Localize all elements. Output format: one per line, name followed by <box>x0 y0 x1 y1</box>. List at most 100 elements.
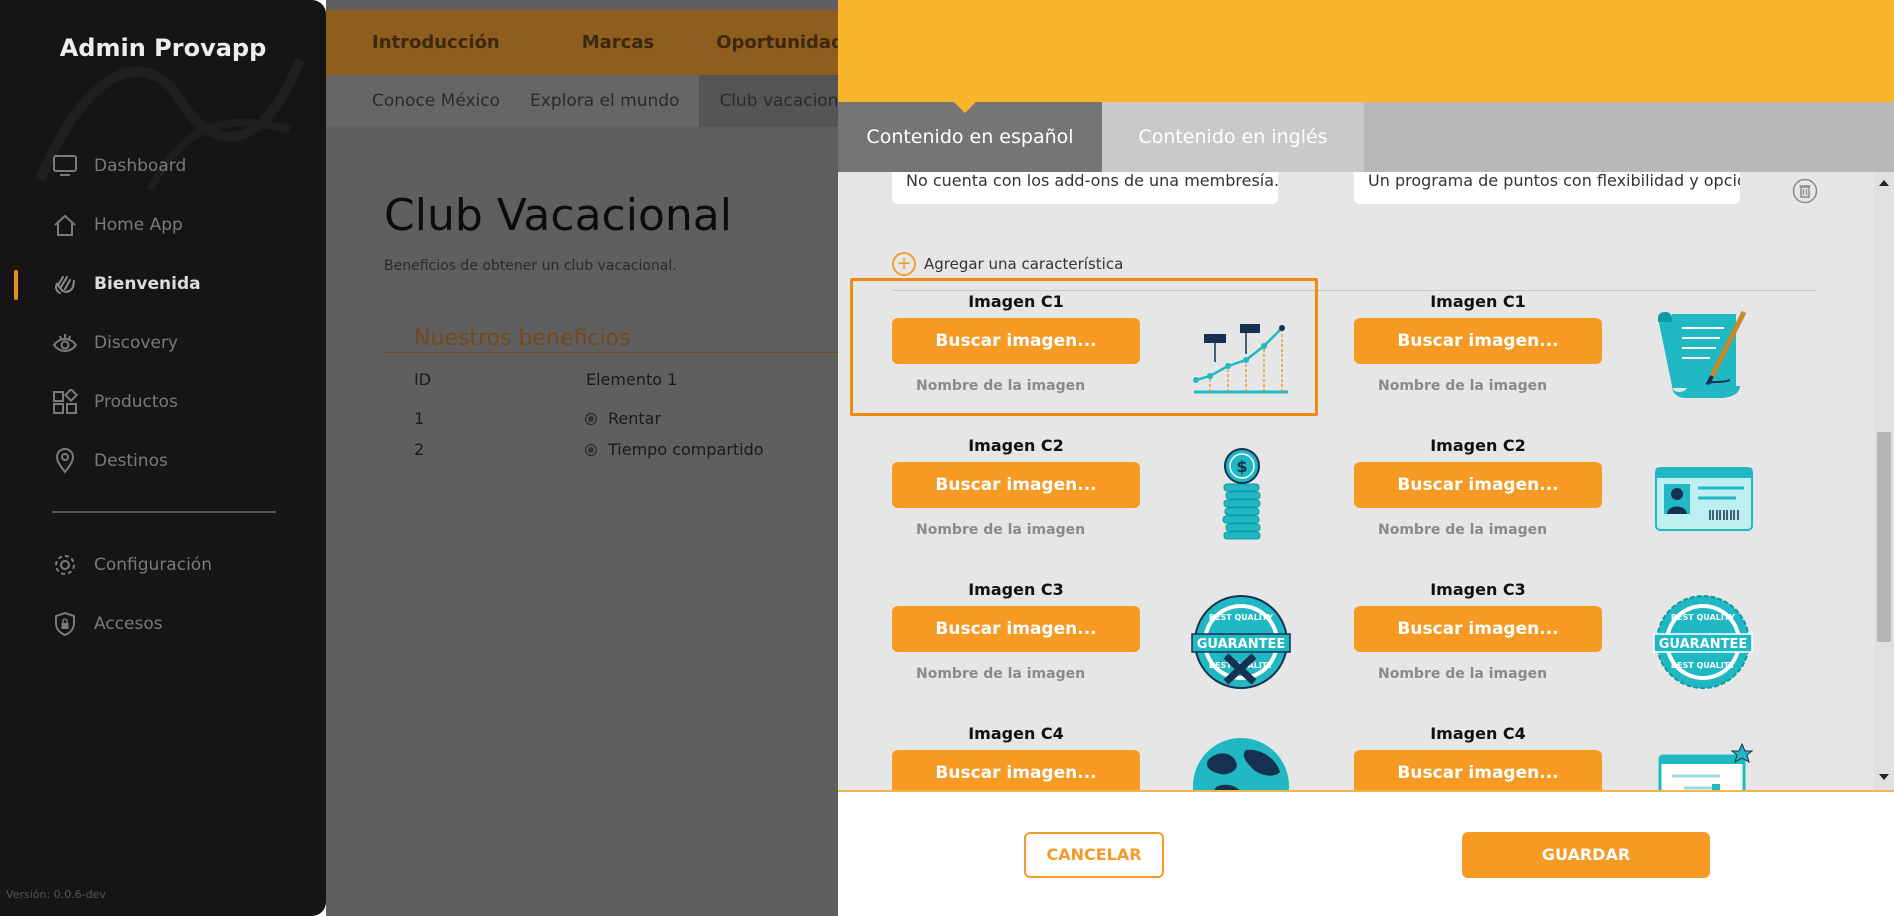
sidebar-item-label: Productos <box>94 392 178 412</box>
image-upload-en-c2: Imagen C2 Buscar imagen... Nombre de la … <box>1354 436 1794 566</box>
image-name: Nombre de la imagen <box>1378 522 1548 538</box>
scroll-contract-icon <box>1658 310 1747 398</box>
sidebar-item-configuracion[interactable]: Configuración <box>52 545 212 585</box>
sidebar-item-accesos[interactable]: Accesos <box>52 604 163 644</box>
grid-icon <box>52 389 78 415</box>
panel-scrollbar[interactable] <box>1874 172 1894 790</box>
guarantee-seal-crossed-icon: BEST QUALITY GUARANTEE BEST QUALITY <box>1191 595 1291 689</box>
main-content: Introducción Marcas Oportunidades Conoce… <box>326 0 838 916</box>
image-label: Imagen C3 <box>1430 580 1526 599</box>
section-underline <box>384 352 838 353</box>
sidebar-item-discovery[interactable]: Discovery <box>52 323 178 363</box>
sidebar-item-dashboard[interactable]: Dashboard <box>52 146 186 186</box>
sidebar-divider <box>52 511 276 513</box>
subnav-club-vacacional[interactable]: Club vacacional <box>699 75 838 127</box>
image-label: Imagen C2 <box>968 436 1064 455</box>
browse-image-button[interactable]: Buscar imagen... <box>1354 462 1602 508</box>
image-label: Imagen C4 <box>968 724 1064 743</box>
eye-icon <box>52 330 78 356</box>
sidebar-item-label: Accesos <box>94 614 163 634</box>
image-upload-es-c3: Imagen C3 Buscar imagen... Nombre de la … <box>892 580 1332 710</box>
seal-text-bottom: BEST QUALITY <box>1671 661 1735 670</box>
top-nav: Introducción Marcas Oportunidades <box>326 10 838 75</box>
page-subtitle: Beneficios de obtener un club vacacional… <box>384 258 677 274</box>
image-label: Imagen C3 <box>968 580 1064 599</box>
tab-english[interactable]: Contenido en inglés <box>1102 102 1364 172</box>
browse-image-button[interactable]: Buscar imagen... <box>1354 606 1602 652</box>
table-cell-id: 2 <box>414 440 425 459</box>
sub-nav: Conoce México Explora el mundo Club vaca… <box>326 75 838 127</box>
topnav-marcas[interactable]: Marcas <box>582 32 654 53</box>
sidebar-item-label: Discovery <box>94 333 178 353</box>
scroll-thumb[interactable] <box>1877 432 1891 642</box>
version-label: Versión: 0.0.6-dev <box>6 888 106 901</box>
radio-button[interactable] <box>585 413 597 425</box>
trash-icon[interactable] <box>1792 178 1818 204</box>
table-cell-value: Rentar <box>608 409 662 428</box>
subnav-explora-el-mundo[interactable]: Explora el mundo <box>500 75 679 127</box>
language-tabs: Contenido en español Contenido en inglés <box>838 102 1894 172</box>
browse-image-button[interactable]: Buscar imagen... <box>1354 750 1602 790</box>
image-name: Nombre de la imagen <box>916 666 1086 682</box>
home-icon <box>52 212 78 238</box>
table-header-elemento: Elemento 1 <box>586 370 678 389</box>
image-label: Imagen C4 <box>1430 724 1526 743</box>
sidebar-item-label: Bienvenida <box>94 274 201 294</box>
sidebar: Admin Provapp Dashboard Home App Bienven… <box>0 0 326 916</box>
image-name: Nombre de la imagen <box>916 522 1086 538</box>
section-title: Nuestros beneficios <box>414 326 631 351</box>
edit-panel: Contenido en español Contenido en inglés… <box>838 0 1894 916</box>
panel-header <box>838 0 1894 102</box>
scroll-up-arrow-icon[interactable] <box>1879 180 1889 186</box>
wave-hand-icon <box>52 271 78 297</box>
topnav-oportunidades[interactable]: Oportunidades <box>716 32 838 53</box>
sidebar-item-home-app[interactable]: Home App <box>52 205 183 245</box>
cancel-button[interactable]: CANCELAR <box>1024 832 1164 878</box>
table-cell-value: Tiempo compartido <box>608 440 764 459</box>
scroll-down-arrow-icon[interactable] <box>1879 774 1889 780</box>
sidebar-item-productos[interactable]: Productos <box>52 382 178 422</box>
seal-text-middle: GUARANTEE <box>1197 637 1285 652</box>
image-name: Nombre de la imagen <box>1378 666 1548 682</box>
save-button[interactable]: GUARDAR <box>1462 832 1710 878</box>
panel-scroll-area: No cuenta con los add-ons de una membres… <box>838 172 1874 790</box>
seal-text-middle: GUARANTEE <box>1659 637 1747 652</box>
sidebar-item-label: Dashboard <box>94 156 187 176</box>
active-indicator <box>14 270 18 300</box>
sidebar-item-bienvenida[interactable]: Bienvenida <box>52 264 201 304</box>
sidebar-item-label: Home App <box>94 215 183 235</box>
sidebar-item-label: Configuración <box>94 555 212 575</box>
image-upload-en-c3: Imagen C3 Buscar imagen... Nombre de la … <box>1354 580 1794 710</box>
brand-title: Admin Provapp <box>59 34 267 62</box>
globe-icon <box>1193 738 1289 790</box>
browse-image-button[interactable]: Buscar imagen... <box>892 606 1140 652</box>
image-upload-en-c4: Imagen C4 Buscar imagen... Nombre de la … <box>1354 724 1794 790</box>
browse-image-button[interactable]: Buscar imagen... <box>1354 318 1602 364</box>
panel-footer: CANCELAR GUARDAR <box>838 790 1894 916</box>
add-feature-label: Agregar una característica <box>924 255 1124 273</box>
page-title: Club Vacacional <box>384 190 732 241</box>
selection-highlight <box>850 278 1318 416</box>
image-upload-es-c2: Imagen C2 Buscar imagen... Nombre de la … <box>892 436 1332 566</box>
seal-text-top: BEST QUALITY <box>1209 613 1273 622</box>
browse-image-button[interactable]: Buscar imagen... <box>892 750 1140 790</box>
add-feature-button[interactable]: + Agregar una característica <box>892 252 1123 276</box>
guarantee-seal-icon: BEST QUALITY GUARANTEE BEST QUALITY <box>1653 595 1753 689</box>
seal-text-top: BEST QUALITY <box>1671 613 1735 622</box>
sidebar-item-destinos[interactable]: Destinos <box>52 441 168 481</box>
feature-text-es[interactable]: No cuenta con los add-ons de una membres… <box>892 172 1278 204</box>
topnav-introduccion[interactable]: Introducción <box>372 32 500 53</box>
browse-image-button[interactable]: Buscar imagen... <box>892 462 1140 508</box>
sidebar-item-label: Destinos <box>94 451 168 471</box>
shield-lock-icon <box>52 611 78 637</box>
gear-icon <box>52 552 78 578</box>
id-card-icon <box>1655 467 1753 531</box>
image-name: Nombre de la imagen <box>1378 378 1548 394</box>
feature-text-en[interactable]: Un programa de puntos con flexibilidad y… <box>1354 172 1740 204</box>
image-label: Imagen C2 <box>1430 436 1526 455</box>
coin-symbol: $ <box>1236 457 1247 476</box>
monitor-icon <box>52 153 78 179</box>
image-upload-en-c1: Imagen C1 Buscar imagen... Nombre de la … <box>1354 292 1794 422</box>
subnav-conoce-mexico[interactable]: Conoce México <box>326 75 500 127</box>
radio-button[interactable] <box>585 444 597 456</box>
